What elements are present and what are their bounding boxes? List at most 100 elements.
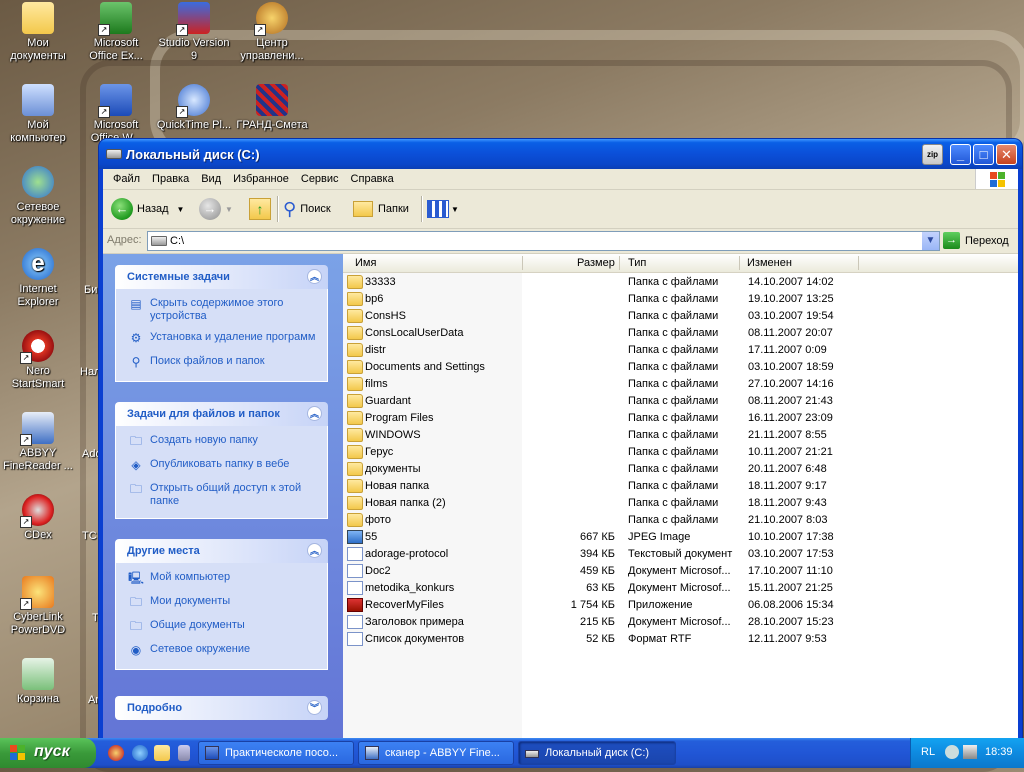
expand-icon[interactable]: ︾ [307,700,322,715]
file-row[interactable]: Новая папка Папка с файлами 18.11.2007 9:1… [343,478,1018,495]
file-modified: 28.10.2007 15:23 [748,616,834,628]
place-shared-documents[interactable]: 🗀 Общие документы [116,617,327,637]
task-publish-web[interactable]: ◈ Опубликовать папку в вебе [116,456,327,476]
chevron-down-icon[interactable]: ▼ [922,232,939,250]
file-row[interactable]: Новая папка (2) Папка с файлами 18.11.2007… [343,495,1018,512]
desktop-icon-quicktime[interactable]: ↗ QuickTime Pl... [156,84,232,132]
quicklaunch-browser-icon[interactable] [108,745,124,761]
file-row[interactable]: 33333 Папка с файлами 14.10.2007 14:02 [343,274,1018,291]
file-modified: 03.10.2007 17:53 [748,548,834,560]
panel-header[interactable]: Системные задачи ︽ [115,265,328,289]
task-hide-contents[interactable]: ▤ Скрыть содержимое этого устройства [116,295,327,325]
back-button[interactable]: ← Назад ▼ [111,196,184,222]
column-header-name[interactable]: Имя [355,257,376,269]
menu-favorites[interactable]: Избранное [227,169,295,189]
taskbar-task-word-doc[interactable]: Практическоле посо... [198,741,354,765]
maximize-button[interactable]: □ [973,144,994,165]
column-header-size[interactable]: Размер [577,257,615,269]
task-share-folder[interactable]: 🗀 Открыть общий доступ к этой папке [116,480,327,510]
minimize-button[interactable]: _ [950,144,971,165]
desktop-icon-control-center[interactable]: ↗ Центр управлени... [234,2,310,63]
desktop-icon-cdex[interactable]: ↗ CDex [0,494,76,542]
up-button[interactable]: ↑ [249,196,271,222]
menu-edit[interactable]: Правка [146,169,195,189]
panel-header[interactable]: Другие места ︽ [115,539,328,563]
title-bar[interactable]: Локальный диск (C:) zip _ □ ✕ [99,139,1022,169]
file-row[interactable]: ConsLocalUserData Папка с файлами 08.11.20… [343,325,1018,342]
file-row[interactable]: Заголовок примера 215 КБ Документ Microsof… [343,614,1018,631]
menu-view[interactable]: Вид [195,169,227,189]
panel-header[interactable]: Подробно ︾ [115,696,328,720]
file-row[interactable]: RecoverMyFiles 1 754 КБ Приложение 06.08.20… [343,597,1018,614]
place-my-computer[interactable]: 🖳 Мой компьютер [116,569,327,589]
start-button[interactable]: пуск [0,738,96,768]
close-button[interactable]: ✕ [996,144,1017,165]
desktop-icon-recycle-bin[interactable]: Корзина [0,658,76,706]
file-row[interactable]: films Папка с файлами 27.10.2007 14:16 [343,376,1018,393]
file-row[interactable]: Doc2 459 КБ Документ Microsof... 17.10.2007… [343,563,1018,580]
forward-button[interactable]: → ▼ [199,196,233,222]
share-folder-icon: 🗀 [129,482,142,496]
place-my-documents[interactable]: 🗀 Мои документы [116,593,327,613]
desktop-icon-excel[interactable]: ↗ Microsoft Office Ex... [78,2,154,63]
quicklaunch-show-desktop-icon[interactable] [154,745,170,761]
folders-button[interactable]: Папки [353,196,409,222]
file-row[interactable]: Герус Папка с файлами 10.11.2007 21:21 [343,444,1018,461]
desktop-icon-network[interactable]: Сетевое окружение [0,166,76,227]
file-size: 63 КБ [586,582,615,594]
desktop-icon-nero[interactable]: ↗ Nero StartSmart [0,330,76,391]
file-row[interactable]: Program Files Папка с файлами 16.11.2007 2… [343,410,1018,427]
collapse-icon[interactable]: ︽ [307,406,322,421]
zip-button[interactable]: zip [922,144,943,165]
desktop-icon-grand-smeta[interactable]: ГРАНД-Смета [234,84,310,132]
menu-help[interactable]: Справка [345,169,400,189]
place-network[interactable]: ◉ Сетевое окружение [116,641,327,661]
task-label: Опубликовать папку в вебе [150,458,290,470]
menu-file[interactable]: Файл [107,169,146,189]
quicklaunch-ie-icon[interactable] [132,745,148,761]
desktop-icon-my-documents[interactable]: Мои документы [0,2,76,63]
desktop-icon-word[interactable]: ↗ Microsoft Office W... [78,84,154,145]
menu-tools[interactable]: Сервис [295,169,345,189]
clock[interactable]: 18:39 [985,746,1013,758]
file-name: 55 [365,531,378,543]
file-row[interactable]: Documents and Settings Папка с файлами 03.… [343,359,1018,376]
file-row[interactable]: документы Папка с файлами 20.11.2007 6:48 [343,461,1018,478]
file-row[interactable]: metodika_konkurs 63 КБ Документ Microsof..… [343,580,1018,597]
language-indicator[interactable]: RL [921,746,935,758]
desktop-icon-powerdvd[interactable]: ↗ CyberLink PowerDVD [0,576,76,637]
views-button[interactable]: ▼ [427,196,459,222]
task-new-folder[interactable]: 🗀 Создать новую папку [116,432,327,452]
file-row[interactable]: bp6 Папка с файлами 19.10.2007 13:25 [343,291,1018,308]
desktop-icon-internet-explorer[interactable]: e Internet Explorer [0,248,76,309]
desktop-icon-abbyy[interactable]: ↗ ABBYY FineReader ... [0,412,76,473]
file-row[interactable]: фото Папка с файлами 21.10.2007 8:03 [343,512,1018,529]
file-row[interactable]: ConsHS Папка с файлами 03.10.2007 19:54 [343,308,1018,325]
collapse-icon[interactable]: ︽ [307,543,322,558]
task-add-remove-programs[interactable]: ⚙ Установка и удаление программ [116,329,327,349]
column-header-type[interactable]: Тип [628,257,646,269]
file-row[interactable]: Список документов 52 КБ Формат RTF 12.11.20… [343,631,1018,648]
file-row[interactable]: WINDOWS Папка с файлами 21.11.2007 8:55 [343,427,1018,444]
go-button[interactable]: → Переход [943,232,1009,249]
file-row[interactable]: adorage-protocol 394 КБ Текстовый документ… [343,546,1018,563]
file-row[interactable]: distr Папка с файлами 17.11.2007 0:09 [343,342,1018,359]
desktop-icon-studio[interactable]: ↗ Studio Version 9 [156,2,232,63]
desktop-icon-my-computer[interactable]: Мой компьютер [0,84,76,145]
address-input[interactable]: C:\ ▼ [147,231,940,251]
search-button[interactable]: ⚲ Поиск [283,196,331,222]
file-row[interactable]: Guardant Папка с файлами 08.11.2007 21:43 [343,393,1018,410]
panel-title: Другие места [127,545,200,557]
volume-icon[interactable] [963,745,977,759]
task-search-files[interactable]: ⚲ Поиск файлов и папок [116,353,327,373]
taskbar-task-abbyy[interactable]: сканер - ABBYY Fine... [358,741,514,765]
file-name: RecoverMyFiles [365,599,444,611]
quicklaunch-more-icon[interactable] [178,745,190,761]
taskbar-task-local-disk[interactable]: Локальный диск (C:) [518,741,676,765]
collapse-icon[interactable]: ︽ [307,269,322,284]
tray-app-icon[interactable] [945,745,959,759]
file-row[interactable]: 55 667 КБ JPEG Image 10.10.2007 17:38 [343,529,1018,546]
panel-header[interactable]: Задачи для файлов и папок ︽ [115,402,328,426]
column-header-modified[interactable]: Изменен [747,257,792,269]
file-name: документы [365,463,421,475]
